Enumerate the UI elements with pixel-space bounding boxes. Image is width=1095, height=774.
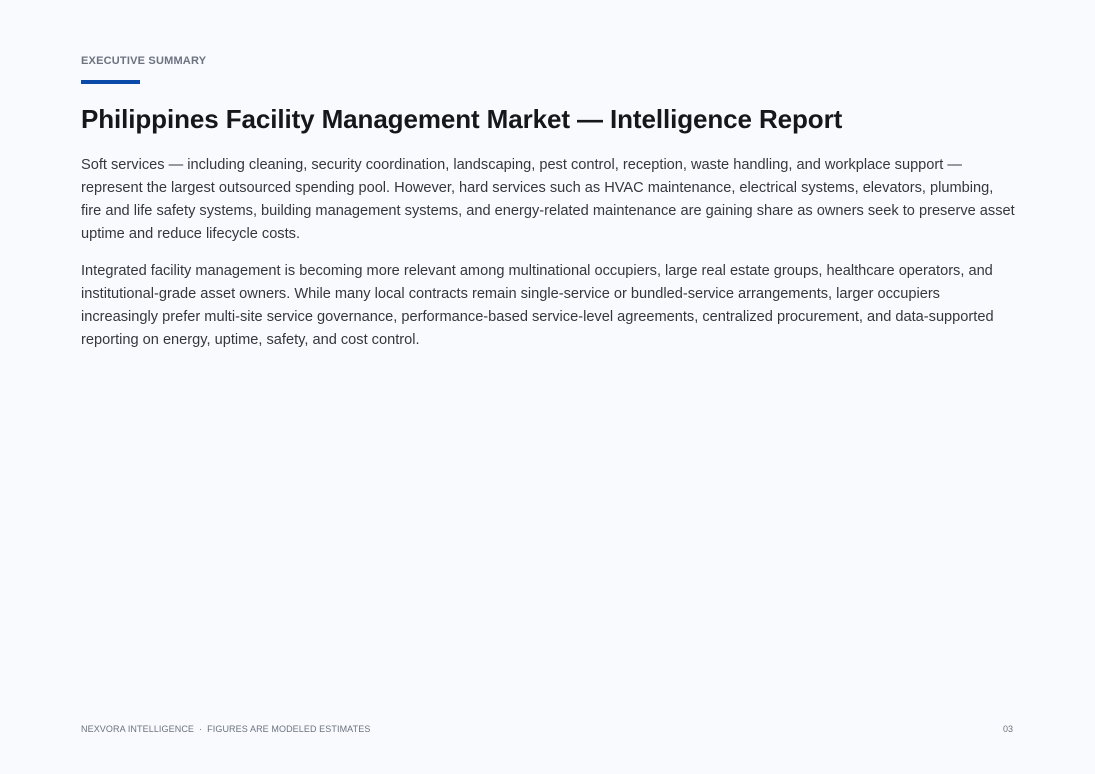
summary-paragraph-integrated-fm: Integrated facility management is becomi… (81, 263, 994, 348)
accent-rule (81, 80, 140, 84)
summary-paragraph-soft-services: Soft services — including cleaning, secu… (81, 157, 1015, 242)
footer-note: NEXVORA INTELLIGENCE · FIGURES ARE MODELED… (81, 724, 370, 734)
section-label: EXECUTIVE SUMMARY (81, 55, 207, 67)
page-title: Philippines Facility Management Market —… (81, 104, 843, 134)
summary-body: Soft services — including cleaning, secu… (81, 154, 1016, 366)
footer-disclaimer: FIGURES ARE MODELED ESTIMATES (207, 724, 371, 734)
footer-separator: · (199, 724, 203, 734)
footer-brand: NEXVORA INTELLIGENCE (81, 724, 195, 734)
page-number: 03 (1002, 724, 1013, 734)
